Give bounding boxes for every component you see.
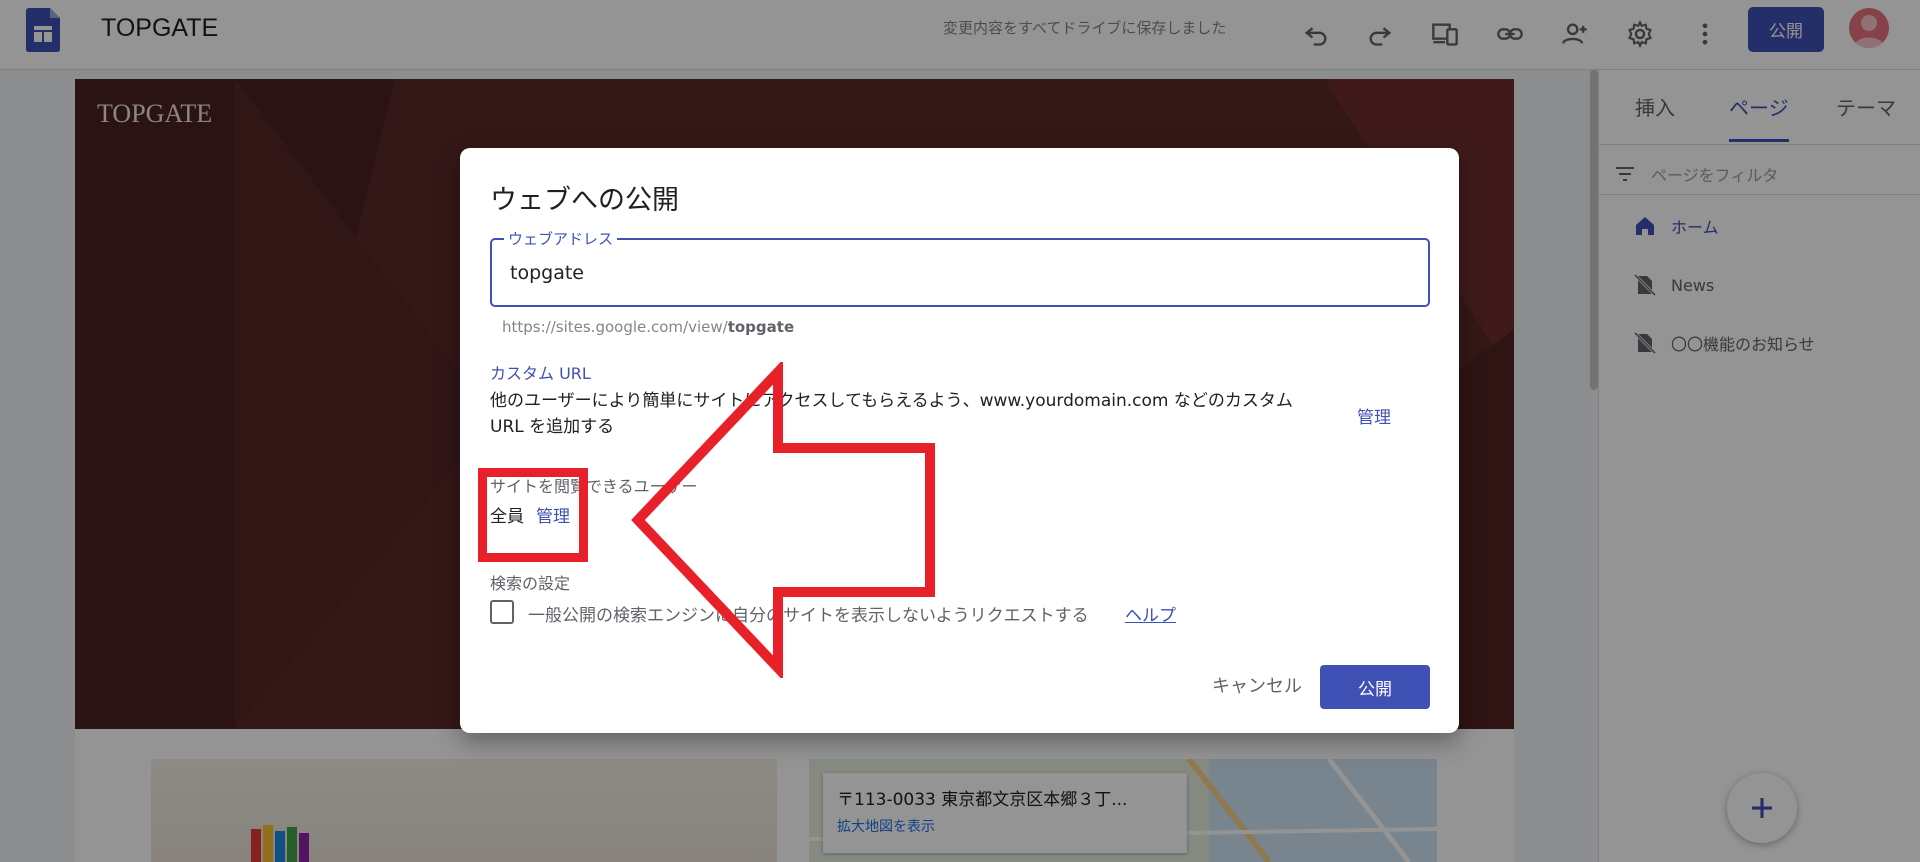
url-prefix: https://sites.google.com/view/ <box>502 318 728 336</box>
dialog-title: ウェブへの公開 <box>490 185 679 216</box>
custom-url-title: カスタム URL <box>490 364 591 383</box>
publish-dialog: ウェブへの公開 ウェブアドレス topgate https://sites.go… <box>460 148 1459 733</box>
web-address-field[interactable]: ウェブアドレス topgate <box>490 228 1430 307</box>
web-address-value[interactable]: topgate <box>510 262 584 284</box>
search-settings-title: 検索の設定 <box>490 574 571 593</box>
help-link[interactable]: ヘルプ <box>1125 601 1176 626</box>
hide-from-search-checkbox[interactable] <box>490 600 514 624</box>
custom-url-manage-link[interactable]: 管理 <box>1357 403 1391 428</box>
annotation-arrow-icon <box>631 362 935 678</box>
annotation-highlight-box <box>478 468 588 562</box>
web-address-label: ウェブアドレス <box>504 228 618 249</box>
url-preview: https://sites.google.com/view/topgate <box>502 318 794 336</box>
url-suffix: topgate <box>727 318 795 336</box>
publish-button[interactable]: 公開 <box>1320 665 1430 709</box>
cancel-button[interactable]: キャンセル <box>1203 664 1311 706</box>
